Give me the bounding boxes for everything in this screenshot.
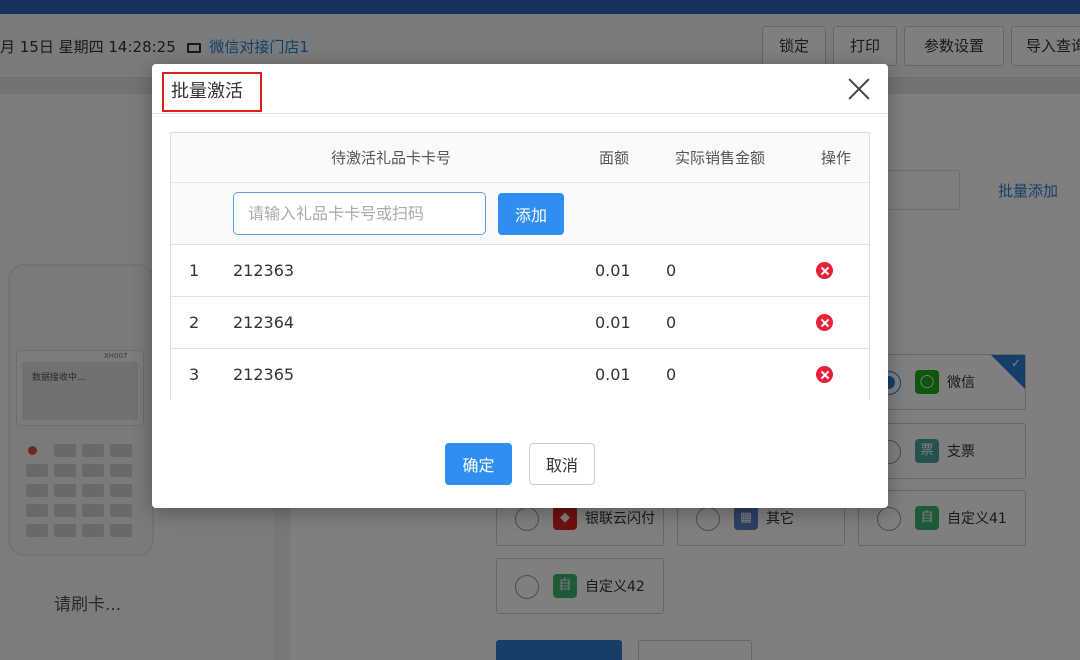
delete-icon[interactable] xyxy=(816,314,833,331)
sale-amount-cell: 0 xyxy=(666,261,677,280)
card-number-cell: 212363 xyxy=(233,261,295,280)
table-row: 3 212365 0.01 0 xyxy=(171,349,869,401)
card-input-row: 添加 xyxy=(171,183,869,245)
card-number-cell: 212365 xyxy=(233,365,295,384)
face-value-cell: 0.01 xyxy=(595,261,631,280)
confirm-button[interactable]: 确定 xyxy=(445,443,512,485)
sale-amount-cell: 0 xyxy=(666,313,677,332)
face-value-cell: 0.01 xyxy=(595,365,631,384)
card-number-input[interactable] xyxy=(233,192,486,235)
delete-icon[interactable] xyxy=(816,366,833,383)
table-row: 2 212364 0.01 0 xyxy=(171,297,869,349)
close-icon[interactable] xyxy=(846,76,872,102)
dialog-title: 批量激活 xyxy=(162,72,262,112)
sale-amount-cell: 0 xyxy=(666,365,677,384)
gift-card-table: 待激活礼品卡卡号 面额 实际销售金额 操作 添加 1 212363 0.01 0… xyxy=(170,132,870,401)
table-header-row: 待激活礼品卡卡号 面额 实际销售金额 操作 xyxy=(171,133,869,183)
row-index: 3 xyxy=(189,365,200,384)
table-row: 1 212363 0.01 0 xyxy=(171,245,869,297)
column-header-action: 操作 xyxy=(821,149,852,167)
batch-activate-dialog: 批量激活 待激活礼品卡卡号 面额 实际销售金额 操作 添加 1 212363 0… xyxy=(152,64,888,508)
dialog-header: 批量激活 xyxy=(152,64,888,114)
add-button[interactable]: 添加 xyxy=(498,193,564,235)
column-header-sale-amount: 实际销售金额 xyxy=(675,149,766,167)
column-header-card-no: 待激活礼品卡卡号 xyxy=(331,149,452,167)
row-index: 1 xyxy=(189,261,200,280)
face-value-cell: 0.01 xyxy=(595,313,631,332)
column-header-face-value: 面额 xyxy=(599,149,630,167)
card-number-cell: 212364 xyxy=(233,313,295,332)
cancel-button[interactable]: 取消 xyxy=(529,443,595,485)
delete-icon[interactable] xyxy=(816,262,833,279)
row-index: 2 xyxy=(189,313,200,332)
